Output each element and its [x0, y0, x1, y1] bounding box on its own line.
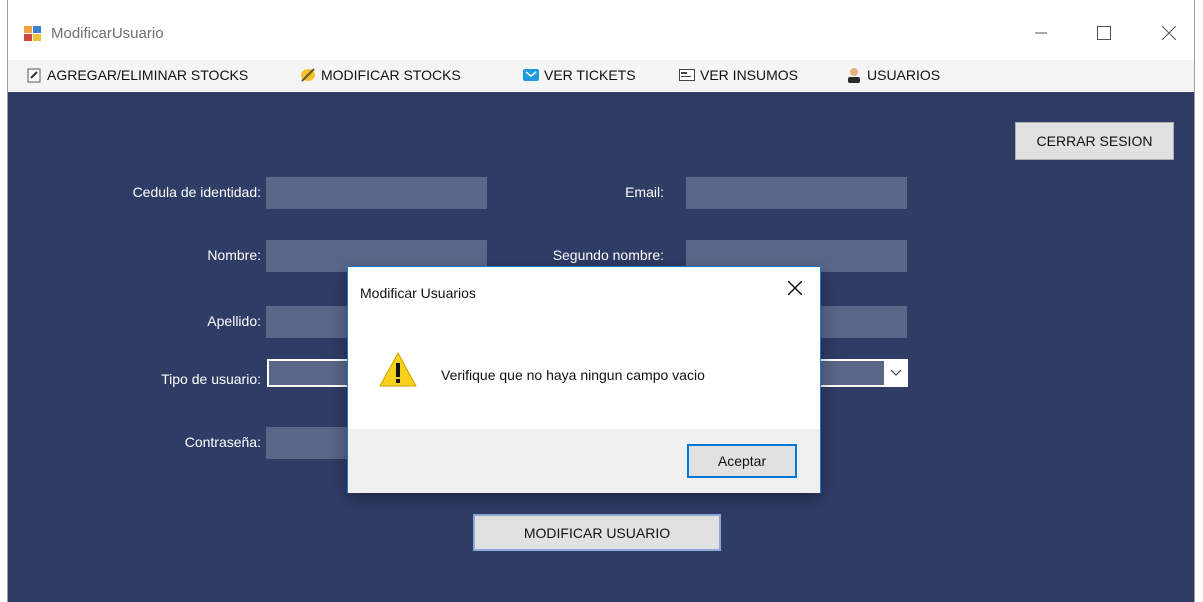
- dialog-close-button[interactable]: [780, 277, 810, 303]
- menu-item-label: MODIFICAR STOCKS: [321, 67, 461, 83]
- title-bar[interactable]: ModificarUsuario: [8, 0, 1194, 60]
- cedula-label: Cedula de identidad:: [132, 184, 261, 200]
- message-dialog: Modificar Usuarios Verifique que no haya…: [347, 266, 821, 493]
- clipboard-icon: [26, 67, 42, 83]
- menu-item-label: USUARIOS: [867, 67, 941, 83]
- window-title: ModificarUsuario: [51, 25, 164, 42]
- email-label: Email:: [625, 184, 664, 200]
- menu-item-ver-insumos[interactable]: VER INSUMOS: [679, 64, 798, 86]
- menu-item-modificar-stocks[interactable]: MODIFICAR STOCKS: [300, 64, 461, 86]
- envelope-icon: [523, 67, 539, 83]
- menu-item-usuarios[interactable]: USUARIOS: [846, 64, 940, 86]
- segundo-nombre-label: Segundo nombre:: [552, 247, 664, 263]
- menu-item-ver-tickets[interactable]: VER TICKETS: [523, 64, 636, 86]
- user-icon: [846, 67, 862, 83]
- tipo-usuario-label: Tipo de usuario:: [161, 371, 261, 387]
- menu-item-agregar-eliminar-stocks[interactable]: AGREGAR/ELIMINAR STOCKS: [26, 64, 248, 86]
- warning-icon: [378, 350, 418, 390]
- chevron-down-icon[interactable]: [884, 359, 908, 387]
- menu-item-label: AGREGAR/ELIMINAR STOCKS: [47, 67, 249, 83]
- maximize-button[interactable]: [1081, 18, 1127, 52]
- menu-item-label: VER INSUMOS: [700, 67, 799, 83]
- menu-item-label: VER TICKETS: [544, 67, 636, 83]
- app-icon: [24, 25, 41, 42]
- cerrar-sesion-button[interactable]: CERRAR SESION: [1015, 122, 1174, 160]
- dialog-message: Verifique que no haya ningun campo vacio: [441, 367, 705, 383]
- dialog-title: Modificar Usuarios: [360, 285, 476, 301]
- card-icon: [679, 67, 695, 83]
- close-icon: [1161, 25, 1177, 45]
- email-input[interactable]: [686, 177, 907, 209]
- nombre-label: Nombre:: [207, 247, 261, 263]
- apellido-label: Apellido:: [207, 313, 261, 329]
- contrasena-label: Contraseña:: [184, 434, 261, 450]
- pencil-icon: [300, 67, 316, 83]
- maximize-icon: [1097, 25, 1111, 45]
- cedula-input[interactable]: [266, 177, 487, 209]
- minimize-icon: [1035, 26, 1047, 44]
- aceptar-button[interactable]: Aceptar: [687, 444, 797, 478]
- close-icon: [787, 280, 803, 300]
- menu-bar: AGREGAR/ELIMINAR STOCKS MODIFICAR STOCKS…: [8, 60, 1194, 91]
- modificar-usuario-button[interactable]: MODIFICAR USUARIO: [473, 514, 721, 551]
- minimize-button[interactable]: [1018, 18, 1064, 52]
- close-button[interactable]: [1146, 18, 1192, 52]
